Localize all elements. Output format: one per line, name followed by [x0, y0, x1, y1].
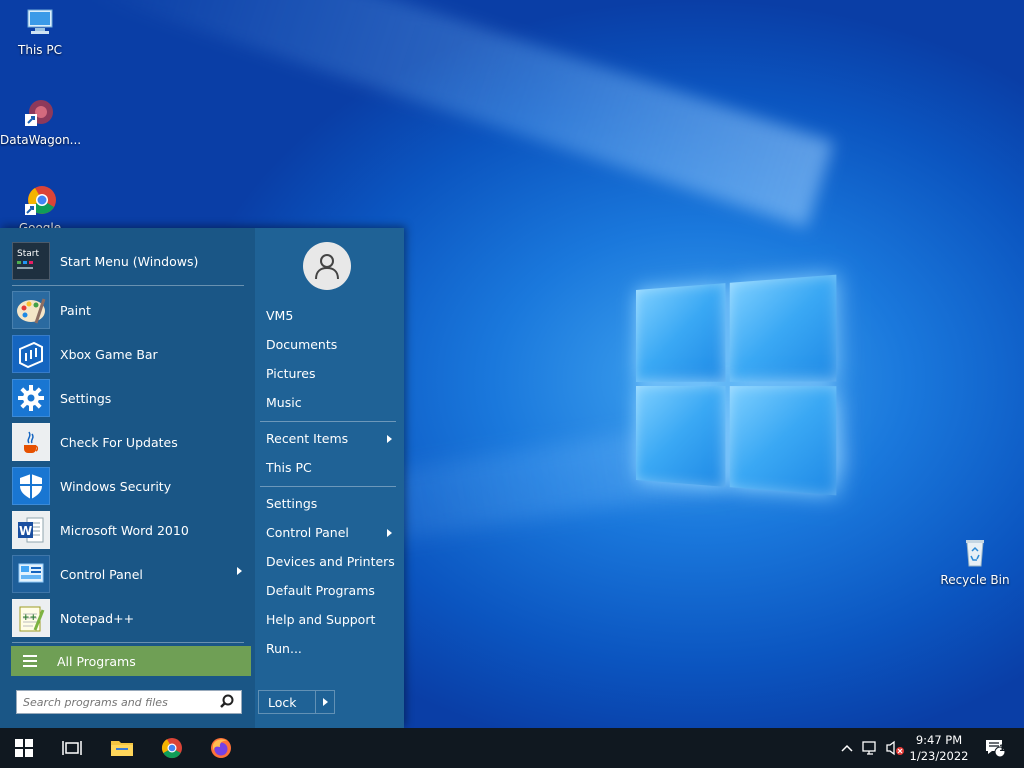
- search-box: [16, 690, 242, 714]
- user-avatar[interactable]: [303, 242, 351, 290]
- clock-time: 9:47 PM: [915, 733, 963, 747]
- submenu-arrow-icon: [387, 529, 392, 537]
- desktop-icon-label: Recycle Bin: [940, 573, 1010, 587]
- program-label: Start Menu (Windows): [60, 253, 199, 269]
- separator: [12, 642, 244, 643]
- svg-text:Start: Start: [17, 249, 39, 259]
- all-programs-button[interactable]: All Programs: [11, 646, 251, 676]
- program-label: Paint: [60, 302, 91, 318]
- notepadpp-icon: ++: [12, 599, 50, 637]
- network-tray-button[interactable]: [860, 728, 882, 768]
- computer-icon: [23, 6, 57, 40]
- submenu-arrow-icon: [237, 567, 242, 575]
- shield-icon: [12, 467, 50, 505]
- desktop-icon-label: This PC: [18, 43, 62, 57]
- lock-label: Lock: [268, 694, 297, 710]
- chrome-icon: [161, 738, 182, 759]
- paint-icon: [12, 291, 50, 329]
- notification-count: 1: [999, 744, 1006, 754]
- program-label: Notepad++: [60, 610, 135, 626]
- places-item-devices-and-printers[interactable]: Devices and Printers: [266, 552, 396, 572]
- start-menu: Start Start Menu (Windows) Paint Xbox Ga…: [0, 228, 404, 728]
- light-beam: [83, 0, 834, 228]
- program-check-for-updates[interactable]: Check For Updates: [12, 421, 246, 463]
- show-hidden-icons-button[interactable]: [836, 728, 858, 768]
- network-icon: [862, 741, 876, 755]
- start-button[interactable]: [0, 728, 48, 768]
- search-icon[interactable]: [217, 692, 237, 712]
- gear-icon: [12, 379, 50, 417]
- separator: [260, 486, 396, 487]
- program-label: Windows Security: [60, 478, 172, 494]
- lock-options-arrow-icon[interactable]: [323, 698, 328, 706]
- places-item-control-panel[interactable]: Control Panel: [266, 523, 396, 543]
- places-item-documents[interactable]: Documents: [266, 335, 396, 355]
- clock-date: 1/23/2022: [909, 749, 969, 763]
- svg-text:++: ++: [22, 613, 37, 623]
- program-label: Microsoft Word 2010: [60, 522, 189, 538]
- task-view-button[interactable]: [48, 728, 96, 768]
- recycle-bin-icon: [958, 536, 992, 570]
- places-item-default-programs[interactable]: Default Programs: [266, 581, 396, 601]
- places-item-music[interactable]: Music: [266, 393, 396, 413]
- program-microsoft-word-2010[interactable]: W Microsoft Word 2010: [12, 509, 246, 551]
- folder-icon: [111, 741, 133, 756]
- desktop-icon-label: DataWagon...: [0, 133, 80, 147]
- program-label: Xbox Game Bar: [60, 346, 158, 362]
- desktop-icon-datawagon[interactable]: DataWagon...: [0, 96, 80, 147]
- program-start-menu-windows[interactable]: Start Start Menu (Windows): [12, 240, 246, 282]
- desktop-icon-this-pc[interactable]: This PC: [0, 6, 80, 57]
- taskbar-chrome[interactable]: [148, 728, 196, 768]
- action-center-button[interactable]: 1: [980, 728, 1010, 768]
- taskbar-firefox[interactable]: [197, 728, 245, 768]
- places-item-recent-items[interactable]: Recent Items: [266, 429, 396, 449]
- list-icon: [23, 652, 37, 670]
- volume-tray-button[interactable]: [884, 728, 906, 768]
- chevron-up-icon: [841, 744, 853, 752]
- program-notepad-plus-plus[interactable]: ++ Notepad++: [12, 597, 246, 639]
- taskbar: 9:47 PM 1/23/2022 1: [0, 728, 1024, 768]
- program-control-panel[interactable]: Control Panel: [12, 553, 246, 595]
- program-label: Settings: [60, 390, 112, 406]
- volume-muted-icon: [886, 740, 904, 756]
- datawagon-icon: [23, 96, 57, 130]
- places-item-vm5[interactable]: VM5: [266, 306, 396, 326]
- program-xbox-game-bar[interactable]: Xbox Game Bar: [12, 333, 246, 375]
- places-item-pictures[interactable]: Pictures: [266, 364, 396, 384]
- separator: [260, 421, 396, 422]
- windows-icon: [15, 739, 33, 757]
- control-panel-icon: [12, 555, 50, 593]
- word-icon: W: [12, 511, 50, 549]
- places-item-help-and-support[interactable]: Help and Support: [266, 610, 396, 630]
- user-icon: [315, 254, 339, 280]
- places-item-run[interactable]: Run...: [266, 639, 396, 659]
- lock-button[interactable]: Lock: [258, 690, 335, 714]
- task-view-icon: [62, 741, 82, 755]
- program-settings[interactable]: Settings: [12, 377, 246, 419]
- windows-logo-wallpaper: [636, 274, 837, 496]
- taskbar-file-explorer[interactable]: [98, 728, 146, 768]
- program-paint[interactable]: Paint: [12, 289, 246, 331]
- places-item-settings[interactable]: Settings: [266, 494, 396, 514]
- separator: [12, 285, 244, 286]
- program-label: Check For Updates: [60, 434, 178, 450]
- chrome-icon: [23, 184, 57, 218]
- program-windows-security[interactable]: Windows Security: [12, 465, 246, 507]
- submenu-arrow-icon: [387, 435, 392, 443]
- start-menu-icon: Start: [12, 242, 50, 280]
- java-icon: [12, 423, 50, 461]
- firefox-icon: [211, 738, 231, 758]
- places-item-this-pc[interactable]: This PC: [266, 458, 396, 478]
- taskbar-clock[interactable]: 9:47 PM 1/23/2022: [904, 732, 974, 764]
- search-input[interactable]: [17, 692, 217, 712]
- xbox-game-bar-icon: [12, 335, 50, 373]
- desktop-icon-recycle-bin[interactable]: Recycle Bin: [935, 536, 1015, 587]
- program-label: Control Panel: [60, 566, 143, 582]
- svg-text:W: W: [19, 524, 32, 538]
- all-programs-label: All Programs: [57, 653, 136, 669]
